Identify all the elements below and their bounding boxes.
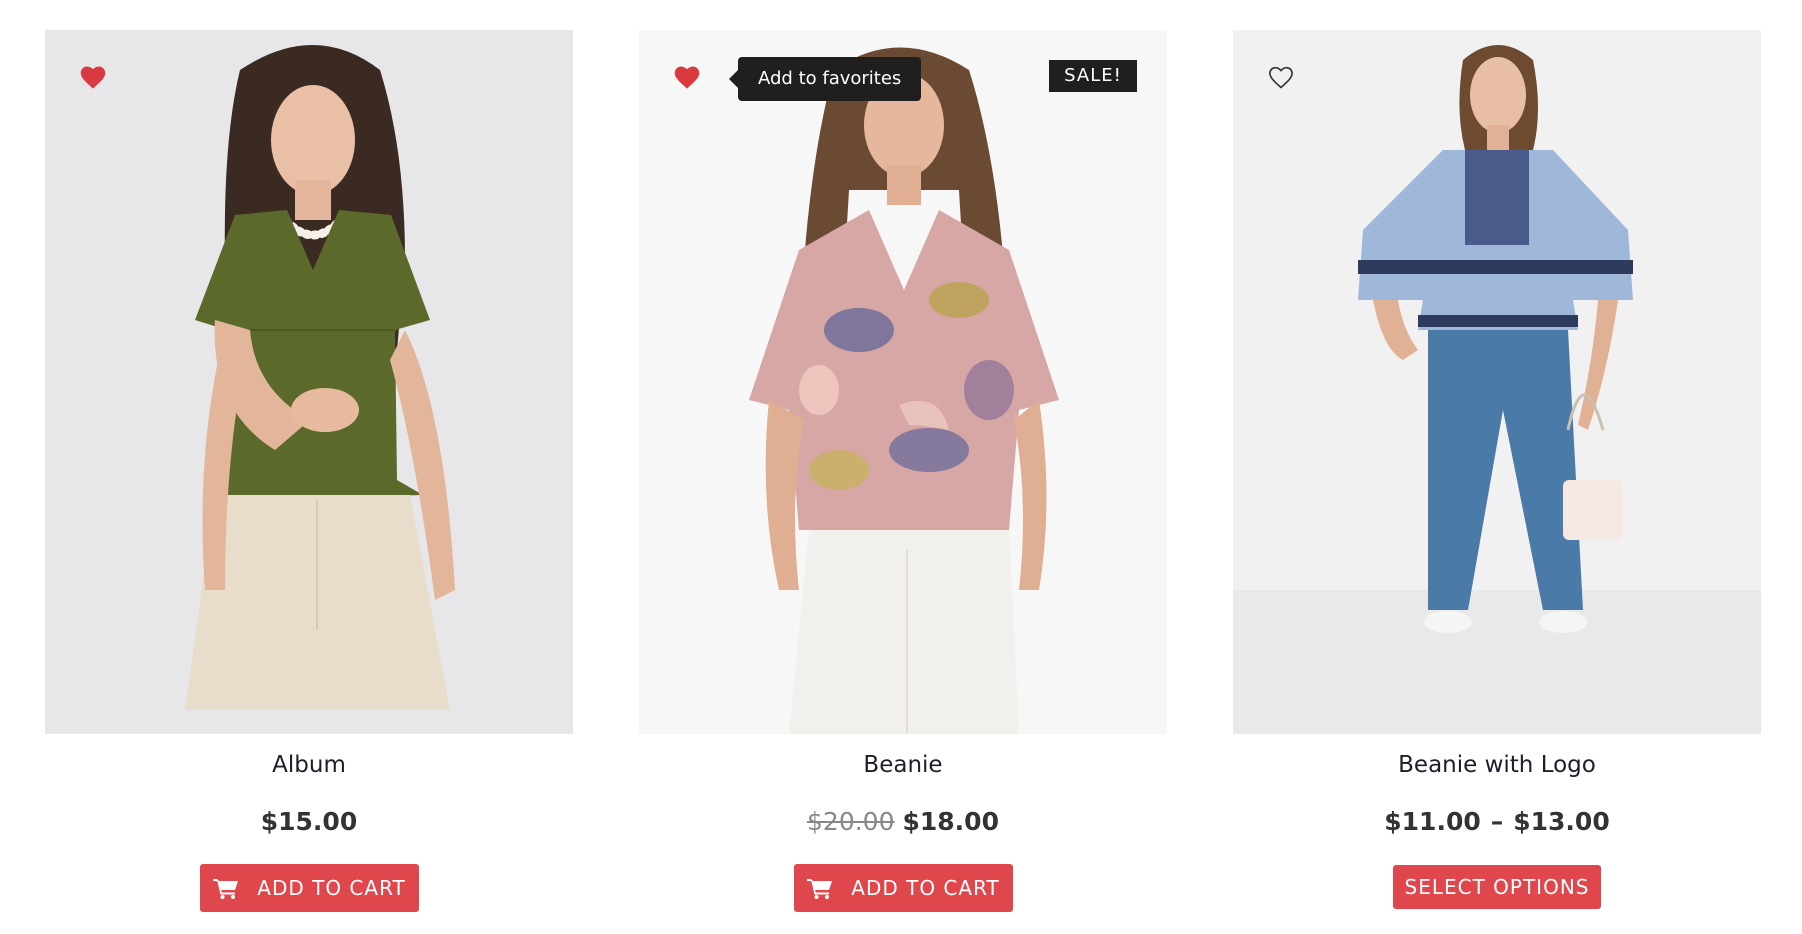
product-grid: Album $15.00 ADD TO CART Add to favorite… xyxy=(0,0,1802,934)
product-card-album: Album $15.00 ADD TO CART xyxy=(45,30,573,912)
price-current: $15.00 xyxy=(260,807,358,836)
sale-badge: SALE! xyxy=(1049,60,1137,92)
select-options-button[interactable]: SELECT OPTIONS xyxy=(1393,865,1601,909)
product-image-beanie-with-logo[interactable] xyxy=(1233,30,1761,734)
heart-icon[interactable] xyxy=(79,64,107,90)
cart-icon xyxy=(807,879,833,899)
add-to-cart-button[interactable]: ADD TO CART xyxy=(794,864,1013,912)
price-current: $18.00 xyxy=(902,807,999,836)
heart-outline-icon[interactable] xyxy=(1267,64,1295,90)
select-options-label: SELECT OPTIONS xyxy=(1404,875,1590,899)
product-image-beanie[interactable]: Add to favorites SALE! xyxy=(639,30,1167,734)
product-image-album[interactable] xyxy=(45,30,573,734)
product-card-beanie: Add to favorites SALE! Beanie $20.00 $18.… xyxy=(639,30,1167,912)
tooltip-arrow xyxy=(729,70,738,88)
favorites-tooltip: Add to favorites xyxy=(729,57,922,101)
price-original: $20.00 xyxy=(807,807,895,836)
heart-icon[interactable] xyxy=(673,64,701,90)
add-to-cart-label: ADD TO CART xyxy=(257,876,406,900)
price-range-separator: – xyxy=(1490,807,1504,836)
add-to-cart-button[interactable]: ADD TO CART xyxy=(200,864,419,912)
product-card-beanie-with-logo: Beanie with Logo $11.00– $13.00 SELECT OP… xyxy=(1233,30,1761,910)
product-price: $20.00 $18.00 xyxy=(639,807,1167,836)
tooltip-text: Add to favorites xyxy=(758,68,902,89)
product-price: $15.00 xyxy=(45,807,573,836)
product-title[interactable]: Beanie xyxy=(639,752,1167,778)
cart-icon xyxy=(213,879,239,899)
price-max: $13.00 xyxy=(1513,807,1610,836)
product-title[interactable]: Beanie with Logo xyxy=(1233,752,1761,778)
add-to-cart-label: ADD TO CART xyxy=(851,876,1000,900)
product-title[interactable]: Album xyxy=(45,752,573,778)
price-min: $11.00 xyxy=(1384,807,1481,836)
product-price-range: $11.00– $13.00 xyxy=(1233,807,1761,836)
